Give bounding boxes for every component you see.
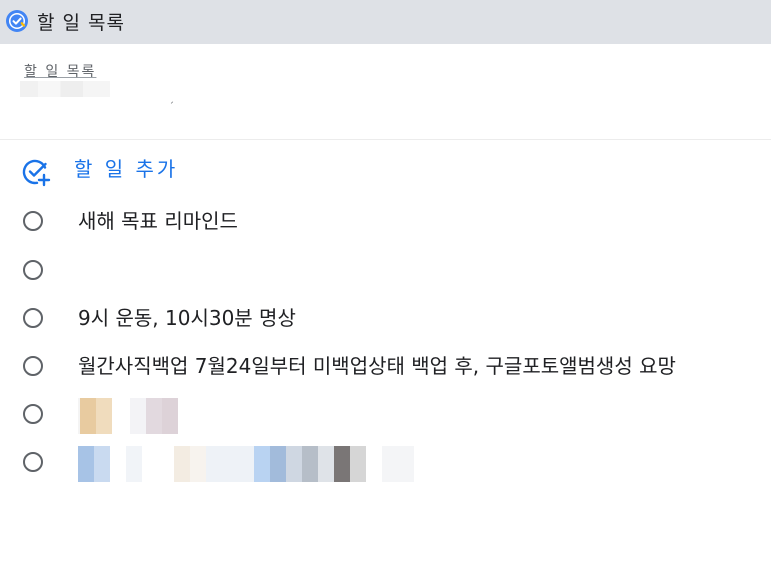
list-header: 할 일 목록 ˏ (0, 44, 771, 140)
task-complete-checkbox[interactable] (23, 404, 43, 424)
task-item[interactable] (0, 441, 771, 485)
task-title[interactable]: 새해 목표 리마인드 (78, 208, 238, 234)
task-item[interactable]: 새해 목표 리마인드 (0, 200, 771, 244)
task-complete-checkbox[interactable] (23, 211, 43, 231)
task-item[interactable] (0, 249, 771, 293)
tasks-app-icon (6, 10, 28, 32)
task-complete-checkbox[interactable] (23, 356, 43, 376)
task-item[interactable]: 월간사직백업 7월24일부터 미백업상태 백업 후, 구글포토앨범생성 요망 (0, 345, 771, 389)
task-complete-checkbox[interactable] (23, 308, 43, 328)
add-task-button[interactable]: 할 일 추가 (0, 148, 771, 192)
task-title[interactable]: 월간사직백업 7월24일부터 미백업상태 백업 후, 구글포토앨범생성 요망 (78, 353, 676, 379)
task-item[interactable] (0, 393, 771, 437)
title-bar: 할 일 목록 (0, 0, 771, 44)
list-name[interactable]: 할 일 목록 (24, 62, 96, 82)
task-complete-checkbox[interactable] (23, 260, 43, 280)
redacted-task-title (78, 398, 194, 434)
add-task-icon (22, 159, 51, 187)
add-task-label: 할 일 추가 (74, 157, 179, 181)
window-title: 할 일 목록 (37, 12, 125, 34)
task-item[interactable]: 9시 운동, 10시30분 명상 (0, 297, 771, 341)
task-title[interactable]: 9시 운동, 10시30분 명상 (78, 305, 296, 331)
list-tick-mark: ˏ (169, 93, 174, 104)
task-complete-checkbox[interactable] (23, 452, 43, 472)
redacted-list-subtitle (20, 81, 110, 97)
redacted-task-title (78, 446, 434, 482)
